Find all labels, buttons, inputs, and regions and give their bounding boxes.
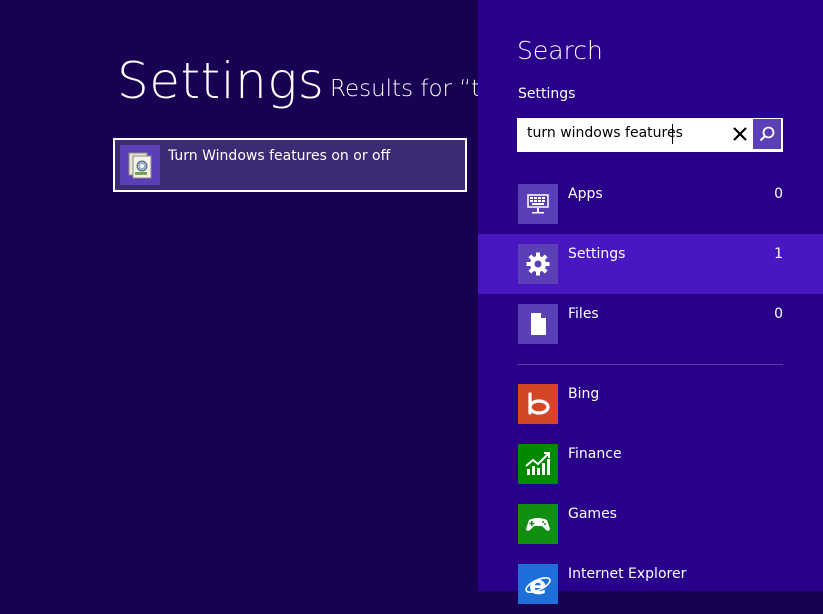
app-name: Bing [568,386,600,402]
windows-features-icon [120,145,160,185]
result-label: Turn Windows features on or off [168,148,391,164]
page-title: Settings [117,52,325,110]
clear-search-button[interactable] [725,118,755,150]
app-finance[interactable]: Finance [478,434,823,494]
scope-apps[interactable]: Apps 0 [478,174,823,234]
scope-count: 0 [774,306,783,322]
scope-name: Files [568,306,599,322]
gear-icon [518,244,558,284]
scope-files[interactable]: Files 0 [478,294,823,354]
app-internet-explorer[interactable]: e Internet Explorer [478,554,823,614]
search-button[interactable] [753,119,781,149]
app-name: Finance [568,446,622,462]
search-box [517,118,783,152]
divider [518,364,783,365]
bing-icon [518,384,558,424]
app-games[interactable]: Games [478,494,823,554]
app-name: Internet Explorer [568,566,687,582]
search-charm: Search Settings turn windows features Ap… [478,0,823,604]
search-input[interactable] [517,118,732,148]
scope-name: Apps [568,186,603,202]
internet-explorer-icon: e [518,564,558,604]
search-icon [759,126,775,142]
games-controller-icon [518,504,558,544]
keyboard-monitor-icon [518,184,558,224]
text-caret [672,124,673,144]
charm-title: Search [517,36,603,65]
app-bing[interactable]: Bing [478,374,823,434]
scope-name: Settings [568,246,626,262]
finance-icon [518,444,558,484]
scope-count: 1 [774,246,783,262]
scope-settings[interactable]: Settings 1 [478,234,823,294]
close-icon [733,127,747,141]
svg-text:e: e [529,571,547,599]
results-for-label: Results for “tu [330,76,495,102]
scope-count: 0 [774,186,783,202]
app-name: Games [568,506,617,522]
file-icon [518,304,558,344]
search-scope-label: Settings [518,86,576,102]
result-turn-windows-features[interactable]: Turn Windows features on or off [113,138,467,192]
